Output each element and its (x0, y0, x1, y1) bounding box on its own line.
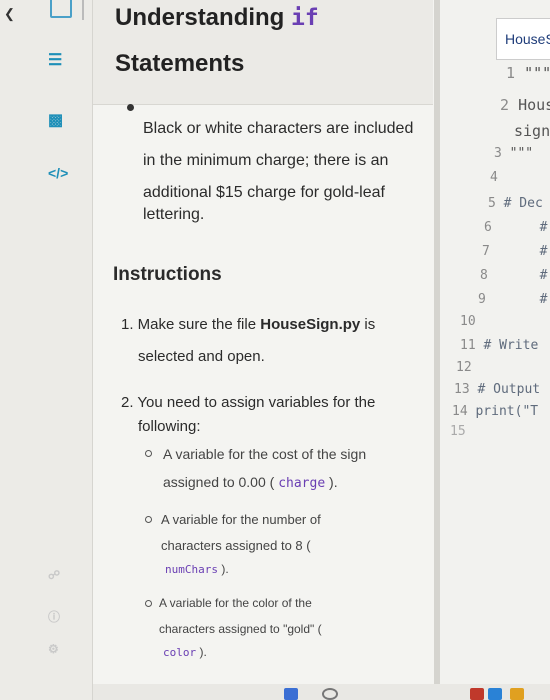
line-number: 12 (456, 360, 472, 375)
code-icon[interactable]: </> (48, 165, 68, 181)
line-number: 13 (454, 382, 470, 397)
search-icon[interactable] (322, 688, 338, 700)
sub-item-2-suffix: ). (217, 562, 229, 576)
code-line[interactable]: 8 # (480, 268, 547, 283)
tab-label: HouseS (505, 31, 550, 47)
sub-item-3-line2: characters assigned to "gold" ( (159, 622, 322, 636)
sub-item-1-suffix: ). (325, 474, 338, 490)
code-line[interactable]: 7 # (482, 244, 547, 259)
line-number: 15 (450, 424, 466, 439)
line-text: sign (514, 122, 550, 140)
line-number: 7 (482, 244, 490, 259)
code-line[interactable]: 4 (490, 170, 498, 185)
sub-item-3-line3: color ). (163, 645, 207, 659)
left-rail: ❮ ☰ ▩ </> ☍ ⓘ ⚙ (0, 0, 93, 700)
app-icon[interactable] (488, 688, 502, 700)
sub-item-1: A variable for the cost of the sign (163, 446, 367, 462)
file-name: HouseSign.py (260, 316, 361, 333)
line-number: 4 (490, 170, 498, 185)
line-text: Hous (518, 96, 550, 114)
lesson-panel: Understanding if Statements Black or whi… (93, 0, 433, 700)
line-number: 10 (460, 314, 476, 329)
code-line[interactable]: 2 Hous (500, 96, 550, 114)
title-text: Understanding (115, 4, 292, 31)
page-title-line2: Statements (115, 50, 245, 77)
code-line[interactable]: 5 # Dec (488, 196, 543, 211)
line-number: 11 (460, 338, 476, 353)
sub-item-3: A variable for the color of the (159, 596, 312, 610)
code-line[interactable]: 11 # Write (460, 338, 538, 353)
code-line[interactable]: 6 # (484, 220, 547, 235)
checklist-icon[interactable]: ☰ (48, 50, 62, 70)
step-2-line2: following: (138, 418, 201, 435)
panel-toggle-icon[interactable] (50, 0, 72, 18)
step-1-line2: selected and open. (138, 348, 265, 365)
code-color: color (163, 646, 197, 659)
tab-housesign[interactable]: HouseS (496, 18, 550, 60)
code-line[interactable]: 1 """ (506, 64, 550, 82)
code-line[interactable]: 13 # Output (454, 382, 540, 397)
line-number: 9 (478, 292, 486, 307)
line-number: 3 (494, 146, 502, 161)
step-1: 1. Make sure the file HouseSign.py is (121, 316, 375, 333)
code-line[interactable]: 15 (450, 424, 466, 439)
instructions-heading: Instructions (113, 264, 222, 285)
step-2: 2. You need to assign variables for the (121, 394, 376, 411)
chevron-left-icon[interactable]: ❮ (4, 6, 15, 22)
line-text: print("T (475, 404, 539, 419)
line-number: 14 (452, 404, 468, 419)
code-line[interactable]: 10 (460, 314, 476, 329)
line-number: 1 (506, 64, 516, 82)
line-text: # (539, 244, 548, 259)
page-title: Understanding if (115, 4, 319, 32)
line-text: """ (509, 146, 534, 161)
share-icon[interactable]: ☍ (48, 568, 60, 582)
line-text: # (539, 292, 548, 307)
code-line[interactable]: 9 # (478, 292, 547, 307)
line-number: 2 (500, 96, 510, 114)
line-text: # Write (483, 338, 539, 353)
bullet-icon (127, 104, 134, 111)
divider (82, 0, 84, 20)
sub-item-2-line3: numChars ). (165, 562, 229, 576)
bar-chart-icon[interactable]: ▩ (48, 110, 63, 130)
sub-item-2-line2: characters assigned to 8 ( (161, 538, 311, 553)
code-charge: charge (278, 476, 326, 491)
line-text: # (539, 268, 548, 283)
bullet-line: in the minimum charge; there is an (143, 152, 389, 169)
line-number: 8 (480, 268, 488, 283)
title-code: if (291, 5, 319, 31)
line-text: # (539, 220, 548, 235)
lesson-title-bar: Understanding if Statements (93, 0, 433, 105)
code-line[interactable]: sign (514, 122, 550, 140)
code-editor[interactable]: HouseS 1 """ 2 Hous sign 3 """ 4 5 # Dec… (434, 0, 550, 700)
line-text: """ (524, 64, 550, 82)
step-1-suffix: is (360, 316, 376, 333)
bullet-line: lettering. (143, 206, 205, 223)
app-icon[interactable] (510, 688, 524, 700)
bullet-line: Black or white characters are included (143, 120, 414, 137)
step-1-text: 1. Make sure the file (121, 316, 261, 333)
help-icon[interactable]: ⓘ (48, 608, 60, 625)
sub-item-3-suffix: ). (196, 645, 207, 659)
windows-icon[interactable] (284, 688, 298, 700)
code-numchars: numChars (165, 563, 218, 576)
sub-bullet-icon (145, 600, 152, 607)
bullet-line: additional $15 charge for gold-leaf (143, 184, 385, 201)
sub-bullet-icon (145, 516, 152, 523)
sub-bullet-icon (145, 450, 152, 457)
line-number: 6 (484, 220, 492, 235)
app-icon[interactable] (470, 688, 484, 700)
sub-item-1-text: assigned to 0.00 ( (163, 474, 279, 490)
sub-item-1-line2: assigned to 0.00 ( charge ). (163, 474, 338, 491)
settings-icon[interactable]: ⚙ (48, 642, 59, 656)
code-line[interactable]: 3 """ (494, 146, 533, 161)
line-text: # Dec (503, 196, 543, 211)
code-line[interactable]: 14 print("T (452, 404, 538, 419)
sub-item-2: A variable for the number of (161, 512, 321, 527)
line-text: # Output (477, 382, 541, 397)
line-number: 5 (488, 196, 496, 211)
code-line[interactable]: 12 (456, 360, 472, 375)
